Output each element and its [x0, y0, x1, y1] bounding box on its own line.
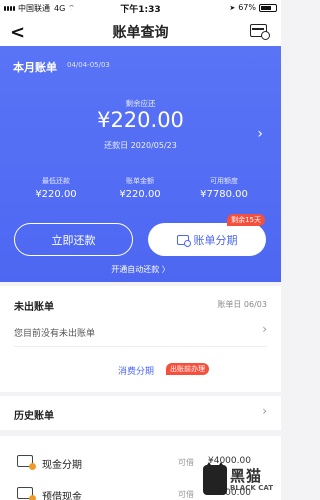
watermark-cn: 黑猫 — [230, 467, 263, 485]
unbilled-message[interactable]: 您目前没有未出账单 — [14, 326, 95, 339]
nav-bar: < 账单查询 — [0, 17, 281, 46]
history-title: 历史账单 — [14, 411, 54, 422]
current-bill-panel: 本月账单 04/04-05/03 剩余应还 ¥220.00 还款日 2020/0… — [0, 46, 281, 282]
repay-now-button[interactable]: 立即还款 — [14, 223, 133, 256]
divider — [14, 346, 267, 347]
card-settings-icon[interactable] — [250, 24, 270, 40]
pre-bill-badge: 出账前办理 — [166, 363, 209, 375]
days-remaining-badge: 剩余15天 — [227, 214, 265, 226]
status-right: ➤ 67% — [229, 3, 277, 12]
watermark-text: 黑猫 BLACK CAT — [230, 468, 273, 492]
autopay-link[interactable]: 开通自动还款 〉 — [0, 264, 281, 275]
stat-label: 账单金额 — [126, 177, 154, 185]
battery-percent: 67% — [238, 3, 256, 12]
stat-value: ¥7780.00 — [200, 189, 248, 200]
chevron-right-icon[interactable]: › — [262, 322, 267, 336]
unbilled-title: 未出账单 — [14, 302, 54, 313]
bill-installment-button[interactable]: 账单分期 — [148, 223, 266, 256]
page-title: 账单查询 — [112, 24, 169, 41]
stat-value: ¥220.00 — [119, 189, 161, 200]
stat-label: 最低还款 — [42, 177, 70, 185]
month-bill-title: 本月账单 — [13, 61, 57, 74]
black-cat-watermark: 黑猫 BLACK CAT — [203, 460, 279, 500]
due-date: 还款日 2020/05/23 — [104, 141, 177, 150]
service-label: 预借现金 — [42, 492, 82, 500]
history-bills-row[interactable]: 历史账单 › — [0, 396, 281, 430]
consumer-installment-link[interactable]: 消费分期 — [118, 364, 154, 377]
stat-label: 可用额度 — [210, 177, 238, 185]
stat-available-credit: 可用额度 ¥7780.00 — [184, 176, 264, 200]
back-arrow-icon[interactable]: < — [10, 22, 25, 43]
cash-advance-icon — [17, 487, 36, 500]
stat-bill-amount: 账单金额 ¥220.00 — [100, 176, 180, 200]
stat-min-repay: 最低还款 ¥220.00 — [16, 176, 96, 200]
service-avail-prefix: 可借 — [178, 490, 194, 499]
location-icon: ➤ — [229, 3, 236, 12]
remaining-amount: ¥220.00 — [97, 108, 184, 132]
bill-installment-label: 账单分期 — [193, 233, 238, 247]
battery-icon — [259, 3, 277, 12]
status-bar: 中国联通 4G ⌔ 下午1:33 ➤ 67% — [0, 0, 281, 17]
watermark-en: BLACK CAT — [230, 484, 273, 492]
chevron-right-icon[interactable]: › — [262, 404, 267, 418]
black-cat-logo-icon — [203, 462, 227, 495]
unbilled-section: 未出账单 账单日 06/03 您目前没有未出账单 › 消费分期 出账前办理 — [0, 286, 281, 392]
month-bill-range: 04/04-05/03 — [67, 61, 110, 69]
chevron-right-icon[interactable]: › — [257, 126, 263, 142]
bill-date: 账单日 06/03 — [217, 300, 267, 309]
bill-installment-icon — [176, 234, 191, 247]
cash-installment-icon — [17, 455, 36, 470]
stat-value: ¥220.00 — [35, 189, 77, 200]
service-label: 现金分期 — [42, 460, 82, 471]
service-avail-prefix: 可借 — [178, 458, 194, 467]
